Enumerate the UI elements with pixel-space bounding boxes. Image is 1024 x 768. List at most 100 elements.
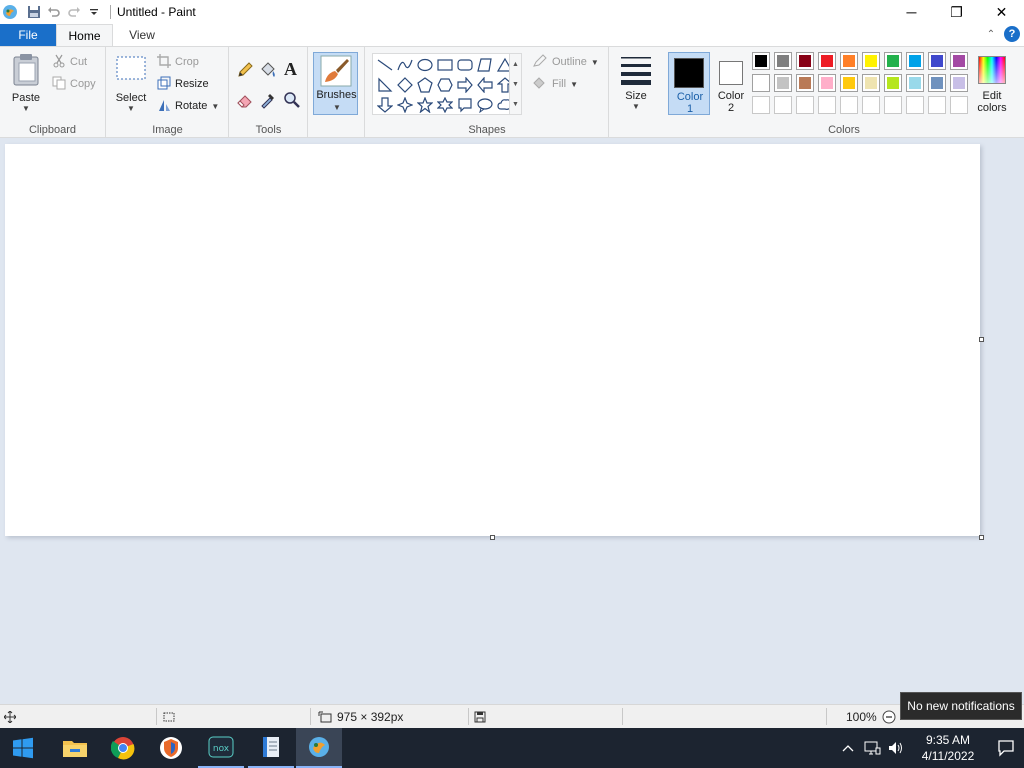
eraser-icon[interactable] [236, 91, 254, 112]
paste-button[interactable]: Paste ▼ [6, 53, 46, 113]
customize-quick-access-icon[interactable] [84, 2, 104, 22]
select-button[interactable]: Select ▼ [113, 55, 149, 113]
polygon-shape-icon[interactable] [475, 55, 495, 75]
brushes-button[interactable]: Brushes ▼ [313, 52, 358, 115]
palette-swatch[interactable] [906, 74, 924, 92]
rectangle-shape-icon[interactable] [435, 55, 455, 75]
palette-swatch[interactable] [840, 74, 858, 92]
palette-swatch[interactable] [752, 96, 770, 114]
palette-swatch[interactable] [862, 52, 880, 70]
left-arrow-shape-icon[interactable] [475, 75, 495, 95]
tab-view[interactable]: View [114, 24, 170, 46]
right-triangle-shape-icon[interactable] [375, 75, 395, 95]
palette-swatch[interactable] [840, 96, 858, 114]
palette-swatch[interactable] [774, 52, 792, 70]
taskbar-chrome[interactable] [100, 728, 146, 768]
drawing-canvas[interactable] [5, 144, 980, 536]
oval-callout-shape-icon[interactable] [475, 95, 495, 115]
cut-button[interactable]: Cut [52, 52, 87, 72]
resize-button[interactable]: Resize [157, 74, 209, 94]
palette-swatch[interactable] [818, 52, 836, 70]
crop-button[interactable]: Crop [157, 52, 199, 72]
rotate-button[interactable]: Rotate ▼ [157, 96, 219, 116]
palette-swatch[interactable] [818, 96, 836, 114]
redo-icon[interactable] [64, 2, 84, 22]
palette-swatch[interactable] [774, 74, 792, 92]
right-arrow-shape-icon[interactable] [455, 75, 475, 95]
oval-shape-icon[interactable] [415, 55, 435, 75]
collapse-ribbon-icon[interactable]: ⌃ [984, 27, 998, 41]
palette-swatch[interactable] [928, 52, 946, 70]
palette-swatch[interactable] [752, 74, 770, 92]
action-center-icon[interactable] [988, 728, 1024, 768]
edit-colors-button[interactable]: Edit colors [972, 52, 1012, 115]
four-point-star-shape-icon[interactable] [395, 95, 415, 115]
palette-swatch[interactable] [796, 74, 814, 92]
palette-swatch[interactable] [862, 96, 880, 114]
taskbar-clock[interactable]: 9:35 AM 4/11/2022 [908, 732, 988, 764]
canvas-resize-handle-corner[interactable] [979, 535, 984, 540]
five-point-star-shape-icon[interactable] [415, 95, 435, 115]
zoom-out-icon[interactable] [882, 705, 896, 728]
palette-swatch[interactable] [840, 52, 858, 70]
palette-swatch[interactable] [884, 52, 902, 70]
taskbar-notepad-app[interactable] [248, 728, 294, 768]
start-button[interactable] [0, 728, 46, 768]
diamond-shape-icon[interactable] [395, 75, 415, 95]
six-point-star-shape-icon[interactable] [435, 95, 455, 115]
text-tool-icon[interactable]: A [284, 59, 297, 80]
palette-swatch[interactable] [796, 52, 814, 70]
size-button[interactable]: Size ▼ [616, 55, 656, 111]
magnifier-icon[interactable] [283, 91, 301, 112]
rounded-rectangle-shape-icon[interactable] [455, 55, 475, 75]
palette-swatch[interactable] [928, 96, 946, 114]
undo-icon[interactable] [44, 2, 64, 22]
taskbar-nox[interactable]: nox [198, 728, 244, 768]
network-icon[interactable] [860, 728, 884, 768]
hexagon-shape-icon[interactable] [435, 75, 455, 95]
show-hidden-icons-icon[interactable] [836, 728, 860, 768]
fill-bucket-icon[interactable] [259, 61, 277, 82]
gallery-more-icon[interactable]: ▼ [512, 101, 519, 108]
palette-swatch[interactable] [928, 74, 946, 92]
canvas-resize-handle-right[interactable] [979, 337, 984, 342]
save-icon[interactable] [24, 2, 44, 22]
color1-button[interactable]: Color 1 [668, 52, 710, 115]
canvas-resize-handle-bottom[interactable] [490, 535, 495, 540]
gallery-down-icon[interactable]: ▼ [512, 81, 519, 88]
maximize-button[interactable]: ❐ [934, 0, 979, 24]
close-button[interactable]: ✕ [979, 0, 1024, 24]
volume-icon[interactable] [884, 728, 908, 768]
palette-swatch[interactable] [950, 74, 968, 92]
fill-button[interactable]: Fill ▼ [532, 74, 578, 94]
palette-swatch[interactable] [796, 96, 814, 114]
curve-shape-icon[interactable] [395, 55, 415, 75]
minimize-button[interactable]: ─ [889, 0, 934, 24]
palette-swatch[interactable] [818, 74, 836, 92]
palette-swatch[interactable] [774, 96, 792, 114]
line-shape-icon[interactable] [375, 55, 395, 75]
taskbar-file-explorer[interactable] [52, 728, 98, 768]
palette-swatch[interactable] [884, 74, 902, 92]
palette-swatch[interactable] [950, 96, 968, 114]
palette-swatch[interactable] [906, 52, 924, 70]
rounded-callout-shape-icon[interactable] [455, 95, 475, 115]
pencil-icon[interactable] [236, 61, 254, 82]
color2-button[interactable]: Color 2 [712, 52, 750, 115]
taskbar-paint[interactable] [296, 728, 342, 768]
color-picker-icon[interactable] [259, 91, 277, 112]
outline-button[interactable]: Outline ▼ [532, 52, 599, 72]
palette-swatch[interactable] [950, 52, 968, 70]
pentagon-shape-icon[interactable] [415, 75, 435, 95]
down-arrow-shape-icon[interactable] [375, 95, 395, 115]
palette-swatch[interactable] [884, 96, 902, 114]
palette-swatch[interactable] [906, 96, 924, 114]
palette-swatch[interactable] [862, 74, 880, 92]
tab-file[interactable]: File [0, 24, 56, 46]
tab-home[interactable]: Home [56, 24, 113, 46]
copy-button[interactable]: Copy [52, 74, 96, 94]
taskbar-browser[interactable] [148, 728, 194, 768]
palette-swatch[interactable] [752, 52, 770, 70]
gallery-up-icon[interactable]: ▲ [512, 61, 519, 68]
help-icon[interactable]: ? [1004, 26, 1020, 42]
